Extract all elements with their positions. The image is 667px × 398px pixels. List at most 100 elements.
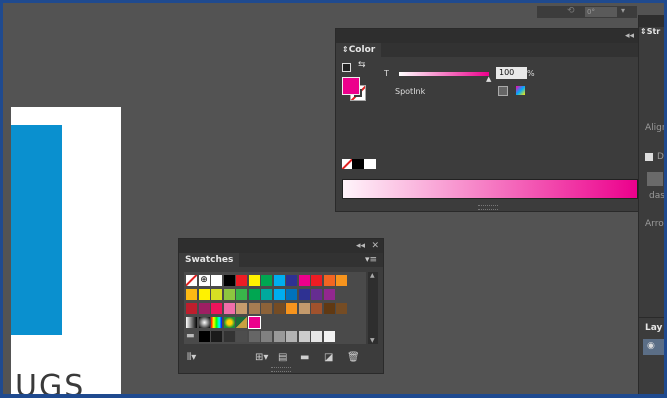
- swatch-options-icon[interactable]: ▤: [278, 352, 287, 363]
- swatch-pattern[interactable]: [223, 317, 235, 328]
- swatch[interactable]: [261, 303, 272, 314]
- dash-toggle[interactable]: [645, 153, 653, 161]
- swatch-library-menu-icon[interactable]: ⫴▾: [187, 352, 196, 363]
- swatch[interactable]: [311, 289, 322, 300]
- scrollbar[interactable]: ▲ ▼: [368, 272, 378, 344]
- swatch[interactable]: [273, 331, 285, 342]
- artboard[interactable]: UGS: [11, 107, 121, 394]
- swatch-spot-selected[interactable]: [247, 316, 261, 329]
- swatch[interactable]: [198, 331, 210, 342]
- swatch[interactable]: [223, 331, 235, 342]
- swatch[interactable]: [211, 331, 222, 342]
- swatch[interactable]: [336, 275, 347, 286]
- swatch-gradient-radial[interactable]: [198, 317, 210, 328]
- eye-icon[interactable]: ◉: [647, 341, 655, 351]
- swatch[interactable]: [311, 303, 322, 314]
- none-swatch[interactable]: [342, 159, 352, 169]
- swatch[interactable]: [298, 331, 310, 342]
- new-color-group-icon[interactable]: ▬: [300, 352, 309, 363]
- swatch[interactable]: [323, 303, 335, 314]
- chevron-down-icon[interactable]: ▾: [621, 6, 625, 15]
- default-colors-icon[interactable]: [342, 63, 351, 72]
- swatch-none[interactable]: [186, 275, 197, 286]
- swap-colors-icon[interactable]: ⇆: [358, 60, 366, 70]
- swatch[interactable]: [236, 289, 247, 300]
- tab-swatches[interactable]: Swatches: [179, 253, 240, 267]
- swatch-gradient-rainbow[interactable]: [211, 317, 222, 328]
- swatch[interactable]: [186, 303, 197, 314]
- tab-toggle-icon: ⇕: [342, 45, 349, 54]
- rotate-angle-field[interactable]: 0°: [585, 7, 617, 17]
- fill-swatch[interactable]: [342, 77, 360, 95]
- swatch[interactable]: [261, 331, 272, 342]
- swatch[interactable]: [286, 275, 297, 286]
- swatch[interactable]: [211, 275, 222, 286]
- swatch[interactable]: [261, 289, 272, 300]
- swatch[interactable]: [286, 303, 297, 314]
- swatch[interactable]: [298, 275, 310, 286]
- web-color-icon[interactable]: [516, 86, 525, 95]
- swatch[interactable]: [286, 289, 297, 300]
- tab-stroke[interactable]: ⇕Str: [640, 27, 660, 36]
- swatch[interactable]: [198, 289, 210, 300]
- swatch[interactable]: [248, 331, 260, 342]
- swatch[interactable]: [273, 275, 285, 286]
- white-swatch[interactable]: [364, 159, 376, 169]
- swatch[interactable]: [273, 303, 285, 314]
- swatch[interactable]: [236, 275, 247, 286]
- show-swatch-kinds-icon[interactable]: ⊞▾: [255, 352, 268, 363]
- tint-slider-thumb[interactable]: ▲: [486, 75, 491, 83]
- swatch[interactable]: [298, 303, 310, 314]
- dash-field[interactable]: [647, 172, 663, 186]
- swatch[interactable]: [336, 303, 347, 314]
- swatch[interactable]: [261, 275, 272, 286]
- swatch[interactable]: [236, 331, 247, 342]
- tint-ramp[interactable]: [342, 179, 638, 199]
- resize-grip[interactable]: [271, 367, 291, 372]
- scroll-down-icon[interactable]: ▼: [370, 337, 375, 344]
- swatch[interactable]: [273, 289, 285, 300]
- swatch[interactable]: [248, 275, 260, 286]
- swatch[interactable]: [311, 331, 322, 342]
- scroll-up-icon[interactable]: ▲: [370, 272, 375, 279]
- color-panel-titlebar[interactable]: ◂◂: [336, 29, 640, 43]
- swatch-registration[interactable]: ⊕: [198, 275, 210, 286]
- swatch[interactable]: [211, 303, 222, 314]
- out-of-gamut-icon[interactable]: [498, 86, 508, 96]
- swatch[interactable]: [248, 289, 260, 300]
- swatch[interactable]: [311, 275, 322, 286]
- workspace: ⟲ 0° ▾ UGS ◂◂ ⇕Color ⇆ T ▲ 100 % SpotInk: [3, 3, 664, 394]
- swatch[interactable]: [323, 289, 335, 300]
- close-icon[interactable]: ✕: [371, 240, 379, 252]
- black-swatch[interactable]: [352, 159, 364, 169]
- panel-menu-icon[interactable]: ▾≡: [365, 255, 377, 265]
- delete-swatch-icon[interactable]: 🗑: [347, 352, 360, 363]
- tint-input[interactable]: 100: [496, 67, 527, 79]
- swatch[interactable]: [236, 303, 247, 314]
- layer-row[interactable]: ◉: [643, 339, 664, 355]
- swatch[interactable]: [223, 275, 235, 286]
- top-arrows[interactable]: [639, 15, 664, 27]
- artboard-text-object[interactable]: UGS: [15, 369, 85, 394]
- swatch[interactable]: [323, 275, 335, 286]
- collapse-icon[interactable]: ◂◂: [356, 240, 365, 252]
- resize-grip[interactable]: [478, 205, 498, 210]
- swatch[interactable]: [298, 289, 310, 300]
- tab-color[interactable]: ⇕Color: [336, 43, 382, 57]
- swatch[interactable]: [211, 289, 222, 300]
- folder-icon[interactable]: ▬: [186, 331, 197, 342]
- blue-rectangle-object[interactable]: [11, 125, 62, 335]
- tint-slider[interactable]: [399, 72, 489, 76]
- swatches-panel-titlebar[interactable]: ◂◂ ✕: [179, 239, 383, 253]
- swatch[interactable]: [186, 289, 197, 300]
- swatch[interactable]: [223, 303, 235, 314]
- swatch[interactable]: [198, 303, 210, 314]
- swatch[interactable]: [248, 303, 260, 314]
- swatch[interactable]: [223, 289, 235, 300]
- swatch-gradient-linear[interactable]: [186, 317, 197, 328]
- swatch[interactable]: [323, 331, 335, 342]
- swatch[interactable]: [286, 331, 297, 342]
- swatch-pattern[interactable]: [236, 317, 247, 328]
- collapse-icon[interactable]: ◂◂: [625, 30, 634, 42]
- new-swatch-icon[interactable]: ◪: [324, 352, 333, 363]
